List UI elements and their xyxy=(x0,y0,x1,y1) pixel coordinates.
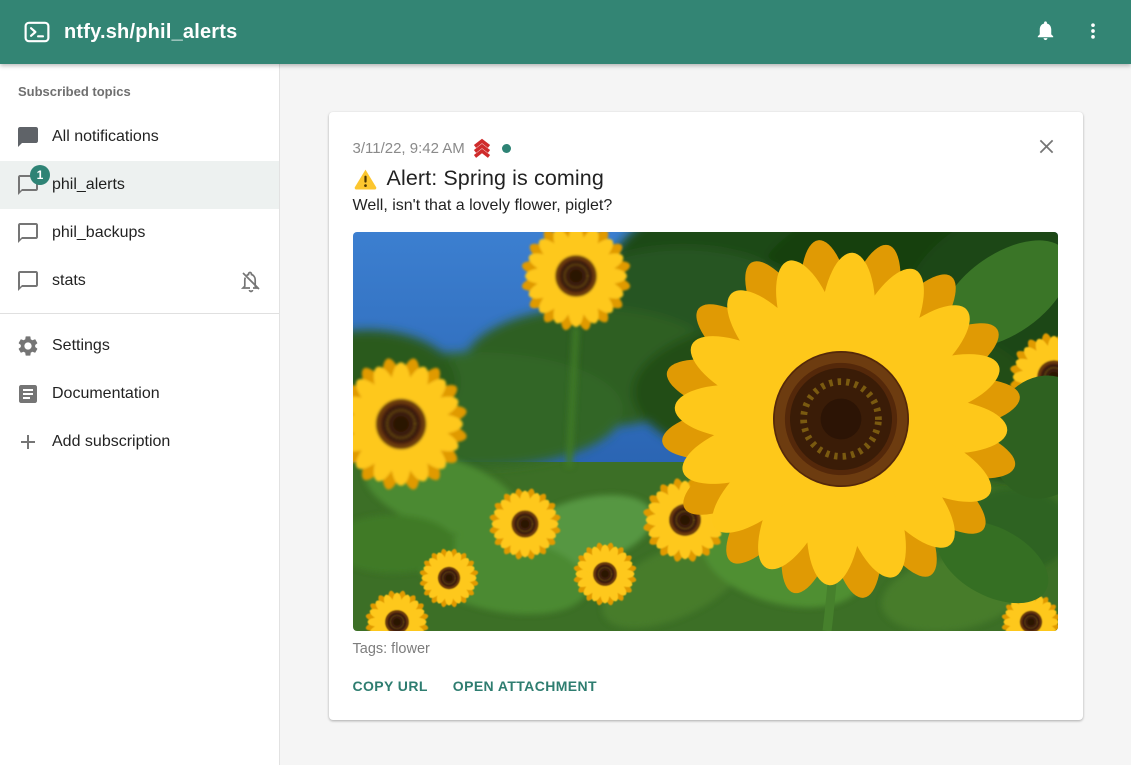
sidebar-item-phil-backups[interactable]: phil_backups xyxy=(0,209,279,257)
chat-outline-icon xyxy=(16,221,40,245)
close-icon xyxy=(1036,136,1057,160)
open-attachment-button[interactable]: OPEN ATTACHMENT xyxy=(453,674,597,698)
sidebar-item-label: phil_alerts xyxy=(52,176,263,194)
plus-icon xyxy=(16,430,40,454)
close-notification-button[interactable] xyxy=(1027,128,1067,168)
sidebar-item-label: Settings xyxy=(52,337,263,355)
notification-tags: Tags: flower xyxy=(353,641,1058,657)
notification-title: Alert: Spring is coming xyxy=(387,166,604,191)
notification-body: Well, isn't that a lovely flower, piglet… xyxy=(353,197,1058,215)
sidebar-item-settings[interactable]: Settings xyxy=(0,322,279,370)
article-icon xyxy=(16,382,40,406)
vertical-dots-icon xyxy=(1083,21,1103,44)
sidebar-item-documentation[interactable]: Documentation xyxy=(0,370,279,418)
sidebar-item-label: stats xyxy=(52,272,239,290)
attachment-image[interactable] xyxy=(353,232,1058,631)
sidebar-item-stats[interactable]: stats xyxy=(0,257,279,305)
ntfy-app: ntfy.sh/phil_alerts Subscribed topics xyxy=(0,0,1131,765)
notification-card: 3/11/22, 9:42 AM xyxy=(329,112,1083,720)
sidebar-item-label: All notifications xyxy=(52,128,263,146)
copy-url-button[interactable]: COPY URL xyxy=(353,674,428,698)
sidebar-item-add-subscription[interactable]: Add subscription xyxy=(0,418,279,466)
gear-icon xyxy=(16,334,40,358)
overflow-menu-button[interactable] xyxy=(1069,8,1117,56)
sidebar-item-phil-alerts[interactable]: 1 phil_alerts xyxy=(0,161,279,209)
notification-actions: COPY URL OPEN ATTACHMENT xyxy=(353,674,1058,698)
app-bar: ntfy.sh/phil_alerts xyxy=(0,0,1131,64)
notifications-bell-button[interactable] xyxy=(1021,8,1069,56)
priority-max-icon xyxy=(471,138,493,159)
unread-count-badge: 1 xyxy=(30,165,50,185)
bell-icon xyxy=(1034,19,1057,45)
unread-dot-icon xyxy=(502,144,511,153)
notification-meta: 3/11/22, 9:42 AM xyxy=(353,138,1058,159)
sidebar-item-all-notifications[interactable]: All notifications xyxy=(0,113,279,161)
subscribed-topics-label: Subscribed topics xyxy=(0,84,279,113)
chat-outline-icon xyxy=(16,269,40,293)
sidebar-item-label: phil_backups xyxy=(52,224,263,242)
page-title: ntfy.sh/phil_alerts xyxy=(64,21,1021,44)
notification-title-row: Alert: Spring is coming xyxy=(353,166,1058,191)
warning-emoji-icon xyxy=(353,167,378,191)
sidebar-item-label: Add subscription xyxy=(52,433,263,451)
sidebar-divider xyxy=(0,313,279,314)
chat-filled-icon xyxy=(16,125,40,149)
sidebar: Subscribed topics All notifications 1 ph… xyxy=(0,64,280,765)
terminal-logo-icon xyxy=(24,19,50,45)
notifications-muted-icon xyxy=(239,269,263,293)
sidebar-item-label: Documentation xyxy=(52,385,263,403)
main-area: 3/11/22, 9:42 AM xyxy=(280,64,1131,765)
notification-timestamp: 3/11/22, 9:42 AM xyxy=(353,140,465,157)
chat-outline-icon: 1 xyxy=(16,173,40,197)
